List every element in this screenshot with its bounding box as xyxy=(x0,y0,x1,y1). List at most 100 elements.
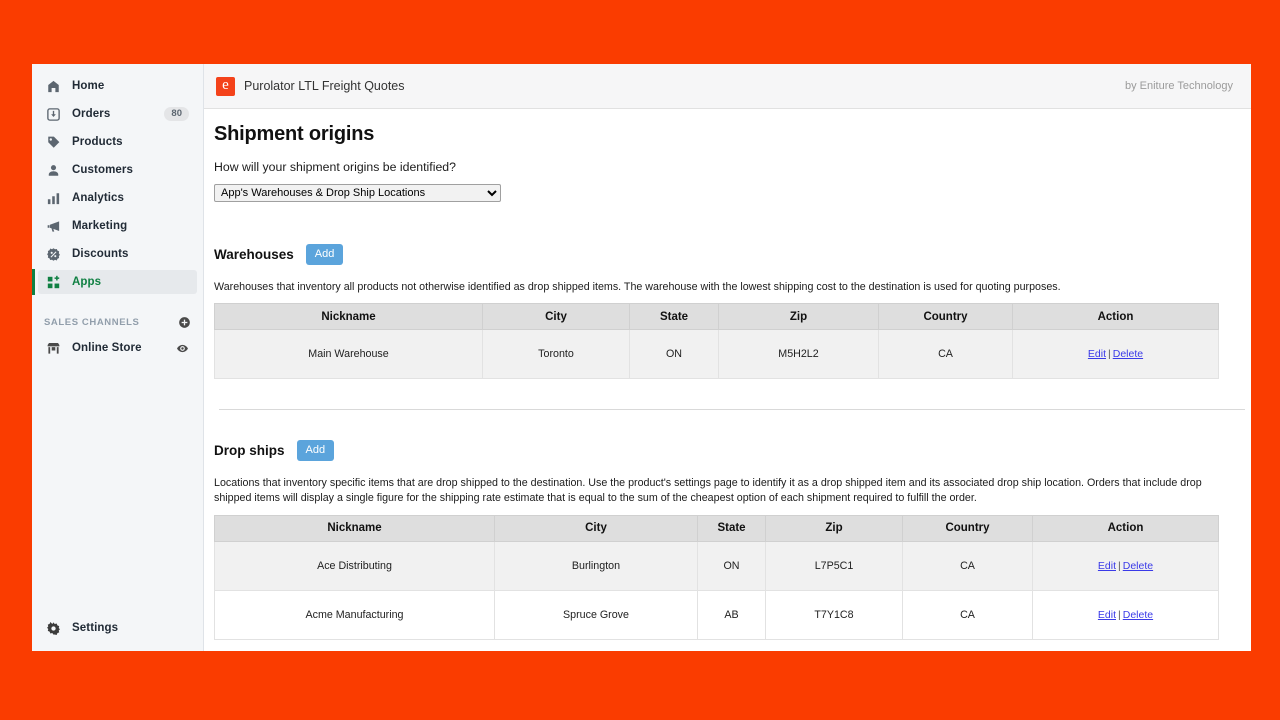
products-tag-icon xyxy=(44,133,62,151)
sidebar-item-products[interactable]: Products xyxy=(38,130,197,154)
sidebar-item-marketing[interactable]: Marketing xyxy=(38,214,197,238)
column-header: Country xyxy=(879,304,1013,330)
cell-zip: M5H2L2 xyxy=(719,330,879,379)
cell-action: Edit|Delete xyxy=(1033,541,1219,590)
app-byline: by Eniture Technology xyxy=(1125,80,1233,92)
cell-nickname: Main Warehouse xyxy=(215,330,483,379)
app-bar: e Purolator LTL Freight Quotes by Enitur… xyxy=(204,64,1251,109)
warehouses-title: Warehouses xyxy=(214,247,294,262)
warehouses-table: Nickname City State Zip Country Action M… xyxy=(214,303,1219,379)
delete-link[interactable]: Delete xyxy=(1123,609,1153,621)
app-title: Purolator LTL Freight Quotes xyxy=(244,79,405,93)
column-header: Nickname xyxy=(215,515,495,541)
sidebar-item-label: Apps xyxy=(72,276,101,288)
cell-country: CA xyxy=(903,541,1033,590)
cell-city: Toronto xyxy=(483,330,630,379)
column-header: Action xyxy=(1033,515,1219,541)
add-warehouse-button[interactable]: Add xyxy=(306,244,344,265)
sidebar-item-label: Customers xyxy=(72,164,133,176)
sidebar-item-online-store[interactable]: Online Store xyxy=(38,336,197,360)
column-header: City xyxy=(495,515,698,541)
sidebar-item-label: Home xyxy=(72,80,104,92)
table-row: Acme Manufacturing Spruce Grove AB T7Y1C… xyxy=(215,590,1219,639)
add-drop-ship-button[interactable]: Add xyxy=(297,440,335,461)
cell-zip: T7Y1C8 xyxy=(766,590,903,639)
column-header: Zip xyxy=(719,304,879,330)
cell-state: AB xyxy=(698,590,766,639)
sidebar-item-analytics[interactable]: Analytics xyxy=(38,186,197,210)
sidebar-nav: Home Orders 80 Products xyxy=(32,74,203,298)
column-header: Action xyxy=(1013,304,1219,330)
delete-link[interactable]: Delete xyxy=(1113,348,1143,360)
column-header: State xyxy=(630,304,719,330)
warehouses-description: Warehouses that inventory all products n… xyxy=(214,280,1220,295)
origin-question-label: How will your shipment origins be identi… xyxy=(214,160,1223,174)
page-content: Shipment origins How will your shipment … xyxy=(204,109,1251,651)
cell-state: ON xyxy=(698,541,766,590)
drop-ships-title: Drop ships xyxy=(214,443,285,458)
link-separator: | xyxy=(1106,348,1113,360)
warehouses-header: Warehouses Add xyxy=(214,244,1223,265)
sidebar-item-customers[interactable]: Customers xyxy=(38,158,197,182)
marketing-megaphone-icon xyxy=(44,217,62,235)
cell-action: Edit|Delete xyxy=(1013,330,1219,379)
sidebar-item-orders[interactable]: Orders 80 xyxy=(38,102,197,126)
column-header: City xyxy=(483,304,630,330)
app-logo-letter: e xyxy=(222,78,229,93)
cell-city: Spruce Grove xyxy=(495,590,698,639)
drop-ships-table-header-row: Nickname City State Zip Country Action xyxy=(215,515,1219,541)
column-header: State xyxy=(698,515,766,541)
drop-ships-table: Nickname City State Zip Country Action A… xyxy=(214,515,1219,640)
sidebar-item-label: Products xyxy=(72,136,123,148)
column-header: Zip xyxy=(766,515,903,541)
main-area: e Purolator LTL Freight Quotes by Enitur… xyxy=(204,64,1251,651)
origin-identification-select[interactable]: App's Warehouses & Drop Ship Locations xyxy=(214,184,501,202)
link-separator: | xyxy=(1116,609,1123,621)
cell-country: CA xyxy=(879,330,1013,379)
cell-country: CA xyxy=(903,590,1033,639)
gear-icon xyxy=(44,619,62,637)
cell-nickname: Ace Distributing xyxy=(215,541,495,590)
customers-person-icon xyxy=(44,161,62,179)
link-separator: | xyxy=(1116,560,1123,572)
cell-nickname: Acme Manufacturing xyxy=(215,590,495,639)
app-logo-icon: e xyxy=(216,77,235,96)
table-row: Main Warehouse Toronto ON M5H2L2 CA Edit… xyxy=(215,330,1219,379)
warehouses-table-header-row: Nickname City State Zip Country Action xyxy=(215,304,1219,330)
sales-channels-title: SALES CHANNELS xyxy=(44,317,140,328)
drop-ships-header: Drop ships Add xyxy=(214,440,1223,461)
delete-link[interactable]: Delete xyxy=(1123,560,1153,572)
orders-count-badge: 80 xyxy=(164,107,189,121)
sidebar-item-discounts[interactable]: Discounts xyxy=(38,242,197,266)
sidebar-item-label: Analytics xyxy=(72,192,124,204)
sidebar-spacer xyxy=(32,360,203,613)
drop-ships-description: Locations that inventory specific items … xyxy=(214,476,1222,506)
sidebar-item-apps[interactable]: Apps xyxy=(38,270,197,294)
analytics-bars-icon xyxy=(44,189,62,207)
sidebar-item-label: Marketing xyxy=(72,220,127,232)
section-divider xyxy=(219,409,1245,410)
cell-action: Edit|Delete xyxy=(1033,590,1219,639)
home-icon xyxy=(44,77,62,95)
plus-circle-icon[interactable] xyxy=(178,316,191,329)
cell-city: Burlington xyxy=(495,541,698,590)
sidebar-item-home[interactable]: Home xyxy=(38,74,197,98)
sidebar: Home Orders 80 Products xyxy=(32,64,204,651)
eye-icon[interactable] xyxy=(176,342,189,355)
storefront-icon xyxy=(44,339,62,357)
edit-link[interactable]: Edit xyxy=(1088,348,1106,360)
orders-icon xyxy=(44,105,62,123)
column-header: Country xyxy=(903,515,1033,541)
sidebar-item-label: Settings xyxy=(72,622,118,634)
edit-link[interactable]: Edit xyxy=(1098,560,1116,572)
cell-zip: L7P5C1 xyxy=(766,541,903,590)
column-header: Nickname xyxy=(215,304,483,330)
apps-grid-icon xyxy=(44,273,62,291)
sidebar-item-label: Orders xyxy=(72,108,110,120)
app-window: Home Orders 80 Products xyxy=(32,64,1251,651)
sidebar-item-settings[interactable]: Settings xyxy=(38,613,197,643)
cell-state: ON xyxy=(630,330,719,379)
edit-link[interactable]: Edit xyxy=(1098,609,1116,621)
sidebar-item-label: Online Store xyxy=(72,342,142,354)
sidebar-item-label: Discounts xyxy=(72,248,129,260)
